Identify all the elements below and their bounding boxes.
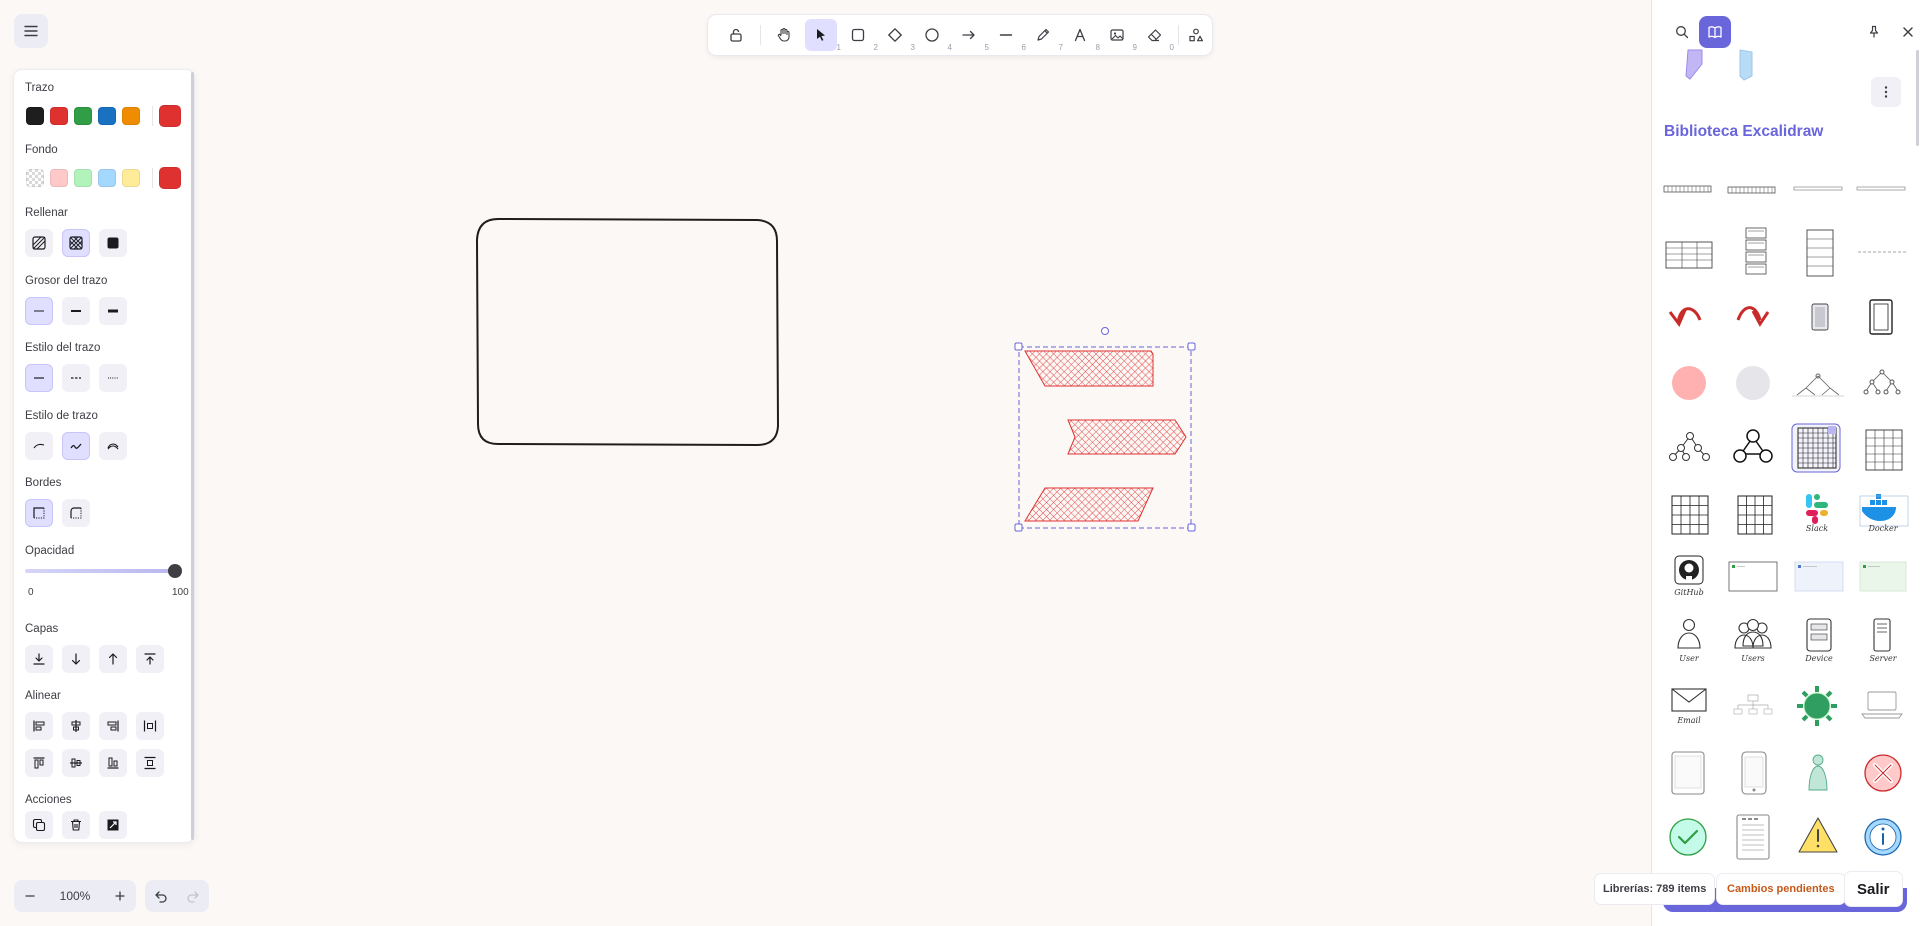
caption-docker: Docker (1867, 524, 1898, 533)
caption-device: Device (1804, 654, 1833, 663)
minus-icon (25, 895, 35, 897)
library-item-count: Librerías: 789 items (1595, 874, 1715, 904)
library-sidebar: Biblioteca Excalidraw Slack Docker GitHu… (1651, 0, 1920, 926)
zoom-controls: 100% (14, 880, 136, 912)
history-controls (145, 880, 209, 912)
redo-icon (187, 891, 199, 903)
plus-icon (115, 891, 125, 901)
caption-github: GitHub (1674, 588, 1703, 597)
red-banner-middle[interactable] (1067, 419, 1187, 455)
caption-slack: Slack (1806, 524, 1828, 533)
red-banner-bottom[interactable] (1024, 487, 1154, 522)
resize-handle[interactable] (1014, 523, 1023, 532)
redo-button[interactable] (177, 880, 209, 912)
rotation-handle[interactable] (1101, 327, 1109, 335)
caption-users: Users (1741, 654, 1765, 663)
caption-server: Server (1869, 654, 1897, 663)
zoom-in-button[interactable] (104, 880, 136, 912)
caption-user: User (1679, 654, 1700, 663)
pending-changes-button[interactable]: Cambios pendientes (1717, 874, 1845, 904)
exit-button[interactable]: Salir (1845, 872, 1902, 906)
undo-button[interactable] (145, 880, 177, 912)
resize-handle[interactable] (1187, 342, 1196, 351)
library-captions: Slack Docker GitHub User Users Device Se… (1674, 524, 1898, 725)
resize-handle[interactable] (1187, 523, 1196, 532)
selected-arrow-shapes[interactable] (1024, 350, 1187, 522)
resize-handle[interactable] (1014, 342, 1023, 351)
caption-email: Email (1676, 716, 1701, 725)
zoom-level[interactable]: 100% (46, 880, 104, 912)
zoom-out-button[interactable] (14, 880, 46, 912)
drawing-canvas[interactable] (0, 0, 1640, 926)
red-banner-top[interactable] (1024, 350, 1154, 387)
library-footer: Librerías: 789 items Cambios pendientes … (1595, 872, 1907, 912)
undo-icon (155, 891, 167, 903)
canvas-rounded-rectangle[interactable] (475, 217, 780, 447)
